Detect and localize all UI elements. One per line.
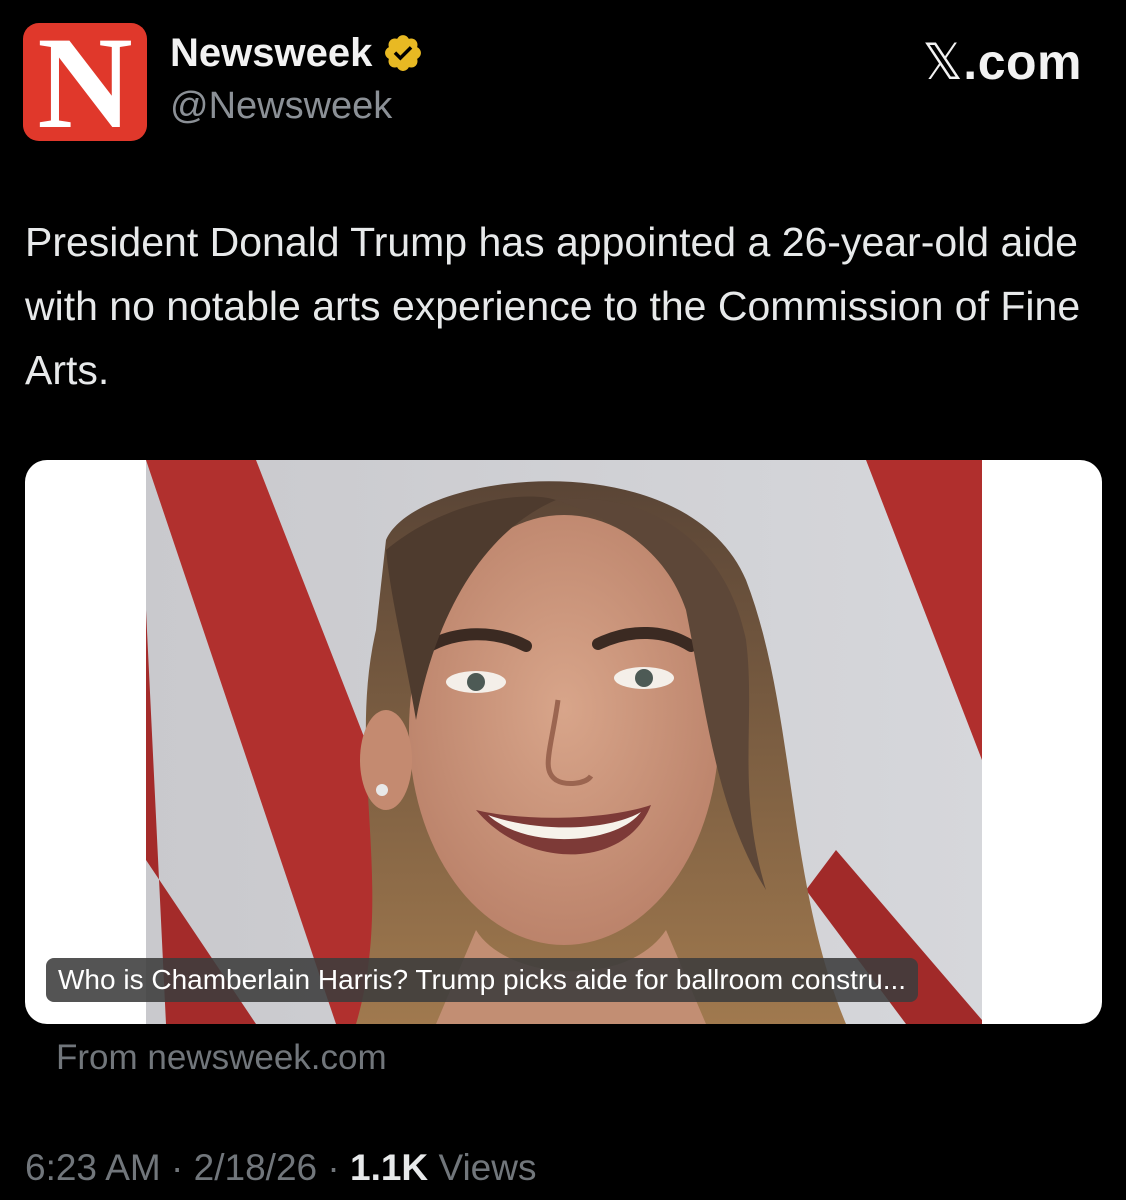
link-card[interactable]: Who is Chamberlain Harris? Trump picks a… [25, 460, 1102, 1024]
meta-separator: · [327, 1147, 340, 1188]
brand-domain: .com [963, 34, 1082, 90]
article-photo [146, 460, 982, 1024]
meta-separator: · [171, 1147, 184, 1188]
account-name-row: Newsweek [170, 30, 424, 76]
account-handle[interactable]: @Newsweek [170, 84, 392, 128]
link-source[interactable]: From newsweek.com [56, 1036, 387, 1080]
display-name[interactable]: Newsweek [170, 30, 372, 76]
avatar-letter: N [37, 23, 133, 141]
tweet-date[interactable]: 2/18/26 [194, 1147, 317, 1188]
x-logo-icon: 𝕏 [922, 33, 964, 91]
views-count: 1.1K [350, 1147, 429, 1188]
tweet-time[interactable]: 6:23 AM [25, 1147, 161, 1188]
avatar[interactable]: N [23, 23, 147, 141]
tweet-text: President Donald Trump has appointed a 2… [25, 219, 1081, 393]
tweet-meta: 6:23 AM · 2/18/26 · 1.1K Views [25, 1146, 536, 1190]
verified-badge-icon [382, 32, 424, 74]
views-label: Views [438, 1147, 537, 1188]
x-brand-logo: 𝕏.com [923, 34, 1083, 90]
link-card-caption[interactable]: Who is Chamberlain Harris? Trump picks a… [46, 958, 919, 1002]
